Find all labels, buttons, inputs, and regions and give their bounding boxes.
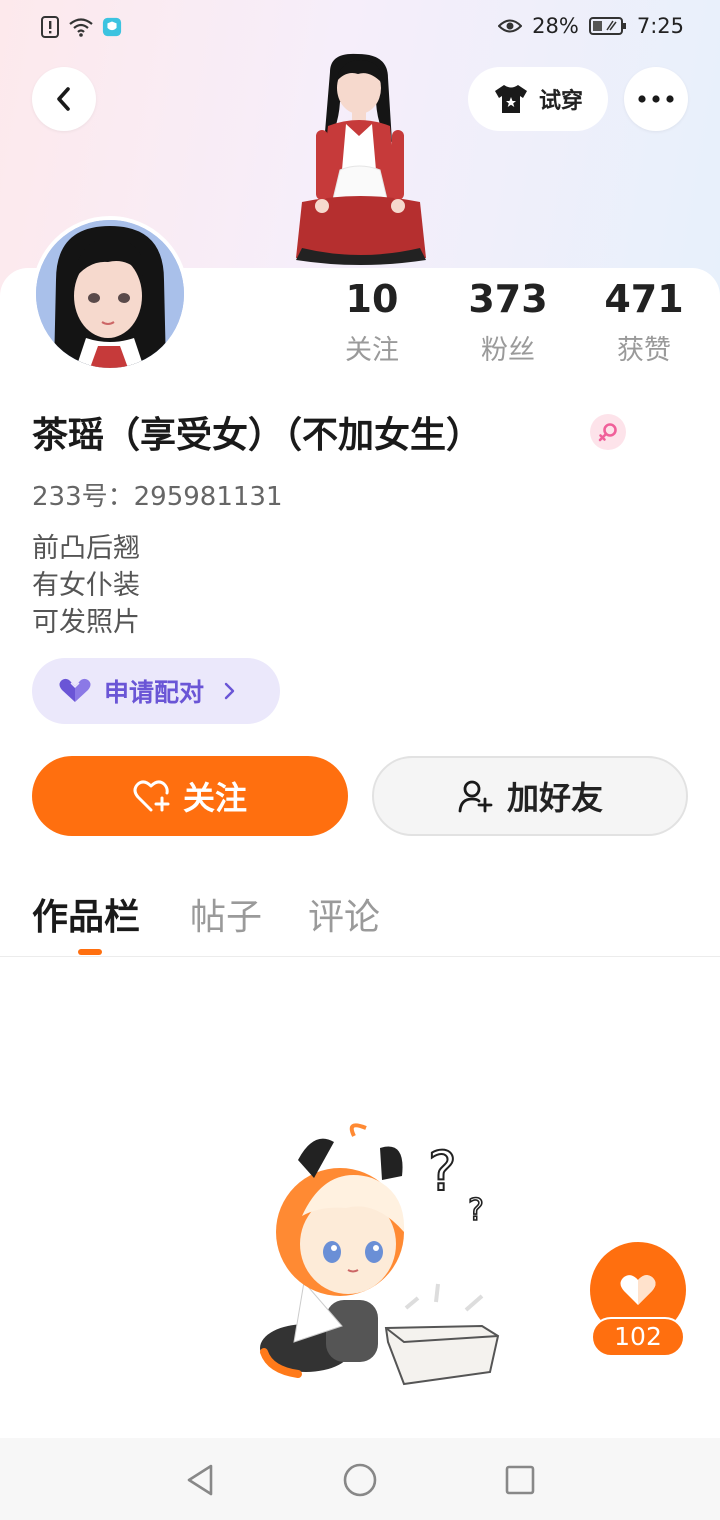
battery-percent: 28% <box>532 14 579 38</box>
empty-state-illustration: ? ? <box>260 1123 500 1386</box>
system-navigation-bar <box>0 1438 720 1520</box>
profile-bio: 前凸后翘 有女仆装 可发照片 <box>32 530 140 641</box>
add-friend-button[interactable]: 加好友 <box>372 756 688 836</box>
add-user-icon <box>458 780 493 813</box>
add-friend-label: 加好友 <box>506 779 603 817</box>
status-bar: 28% 7:25 <box>0 0 720 56</box>
bio-line: 可发照片 <box>32 607 140 638</box>
try-on-button[interactable]: 试穿 <box>468 67 608 131</box>
bio-line: 有女仆装 <box>32 570 140 601</box>
clock: 7:25 <box>636 14 684 38</box>
tab-works[interactable]: 作品栏 <box>32 888 140 940</box>
stat-label: 获赞 <box>617 335 671 366</box>
gender-badge <box>590 414 626 450</box>
back-button[interactable] <box>32 67 96 131</box>
stat-value: 471 <box>604 277 684 321</box>
more-dots-icon <box>638 95 674 103</box>
stat-value: 373 <box>468 277 548 321</box>
wifi-icon <box>69 18 93 37</box>
heart-icon <box>620 1275 656 1305</box>
avatar-full-body-figure <box>296 53 426 265</box>
more-options-button[interactable] <box>624 67 688 131</box>
bio-line: 前凸后翘 <box>32 533 140 564</box>
profile-stats: 10 关注 373 粉丝 471 获赞 <box>0 276 720 376</box>
battery-icon <box>588 17 626 35</box>
profile-nickname: 茶瑶（享受女）（不加女生） <box>32 415 483 456</box>
female-icon <box>598 423 617 442</box>
square-recents-icon <box>505 1465 535 1495</box>
tab-posts[interactable]: 帖子 <box>190 888 262 940</box>
request-pair-button[interactable]: 申请配对 <box>32 658 280 724</box>
eye-comfort-icon <box>498 19 523 33</box>
request-pair-label: 申请配对 <box>104 678 205 707</box>
nav-back-button[interactable] <box>178 1458 222 1502</box>
stat-fans[interactable]: 373 粉丝 <box>448 276 568 367</box>
chevron-left-icon <box>57 87 70 111</box>
circle-home-icon <box>343 1463 377 1497</box>
stat-value: 10 <box>345 277 399 321</box>
try-on-label: 试穿 <box>538 89 583 114</box>
svg-text:?: ? <box>468 1193 484 1228</box>
follow-button[interactable]: 关注 <box>32 756 348 836</box>
alert-icon <box>41 16 59 38</box>
tab-comments[interactable]: 评论 <box>308 888 380 940</box>
nav-recents-button[interactable] <box>498 1458 542 1502</box>
nav-home-button[interactable] <box>338 1458 382 1502</box>
active-tab-indicator <box>78 949 102 955</box>
heart-plus-icon <box>133 780 170 812</box>
chevron-right-icon <box>224 682 235 700</box>
svg-text:?: ? <box>428 1140 457 1203</box>
follow-label: 关注 <box>182 779 247 817</box>
stat-following[interactable]: 10 关注 <box>312 276 432 367</box>
stat-label: 粉丝 <box>481 335 535 366</box>
like-count: 102 <box>591 1317 685 1357</box>
tshirt-icon <box>494 85 527 113</box>
triangle-back-icon <box>187 1464 213 1496</box>
stat-label: 关注 <box>345 335 399 366</box>
double-heart-icon <box>59 678 91 702</box>
user-id: 233号：295981131 <box>32 482 283 512</box>
shield-app-icon <box>102 17 122 37</box>
tab-divider <box>0 956 720 957</box>
stat-likes[interactable]: 471 获赞 <box>584 276 704 367</box>
